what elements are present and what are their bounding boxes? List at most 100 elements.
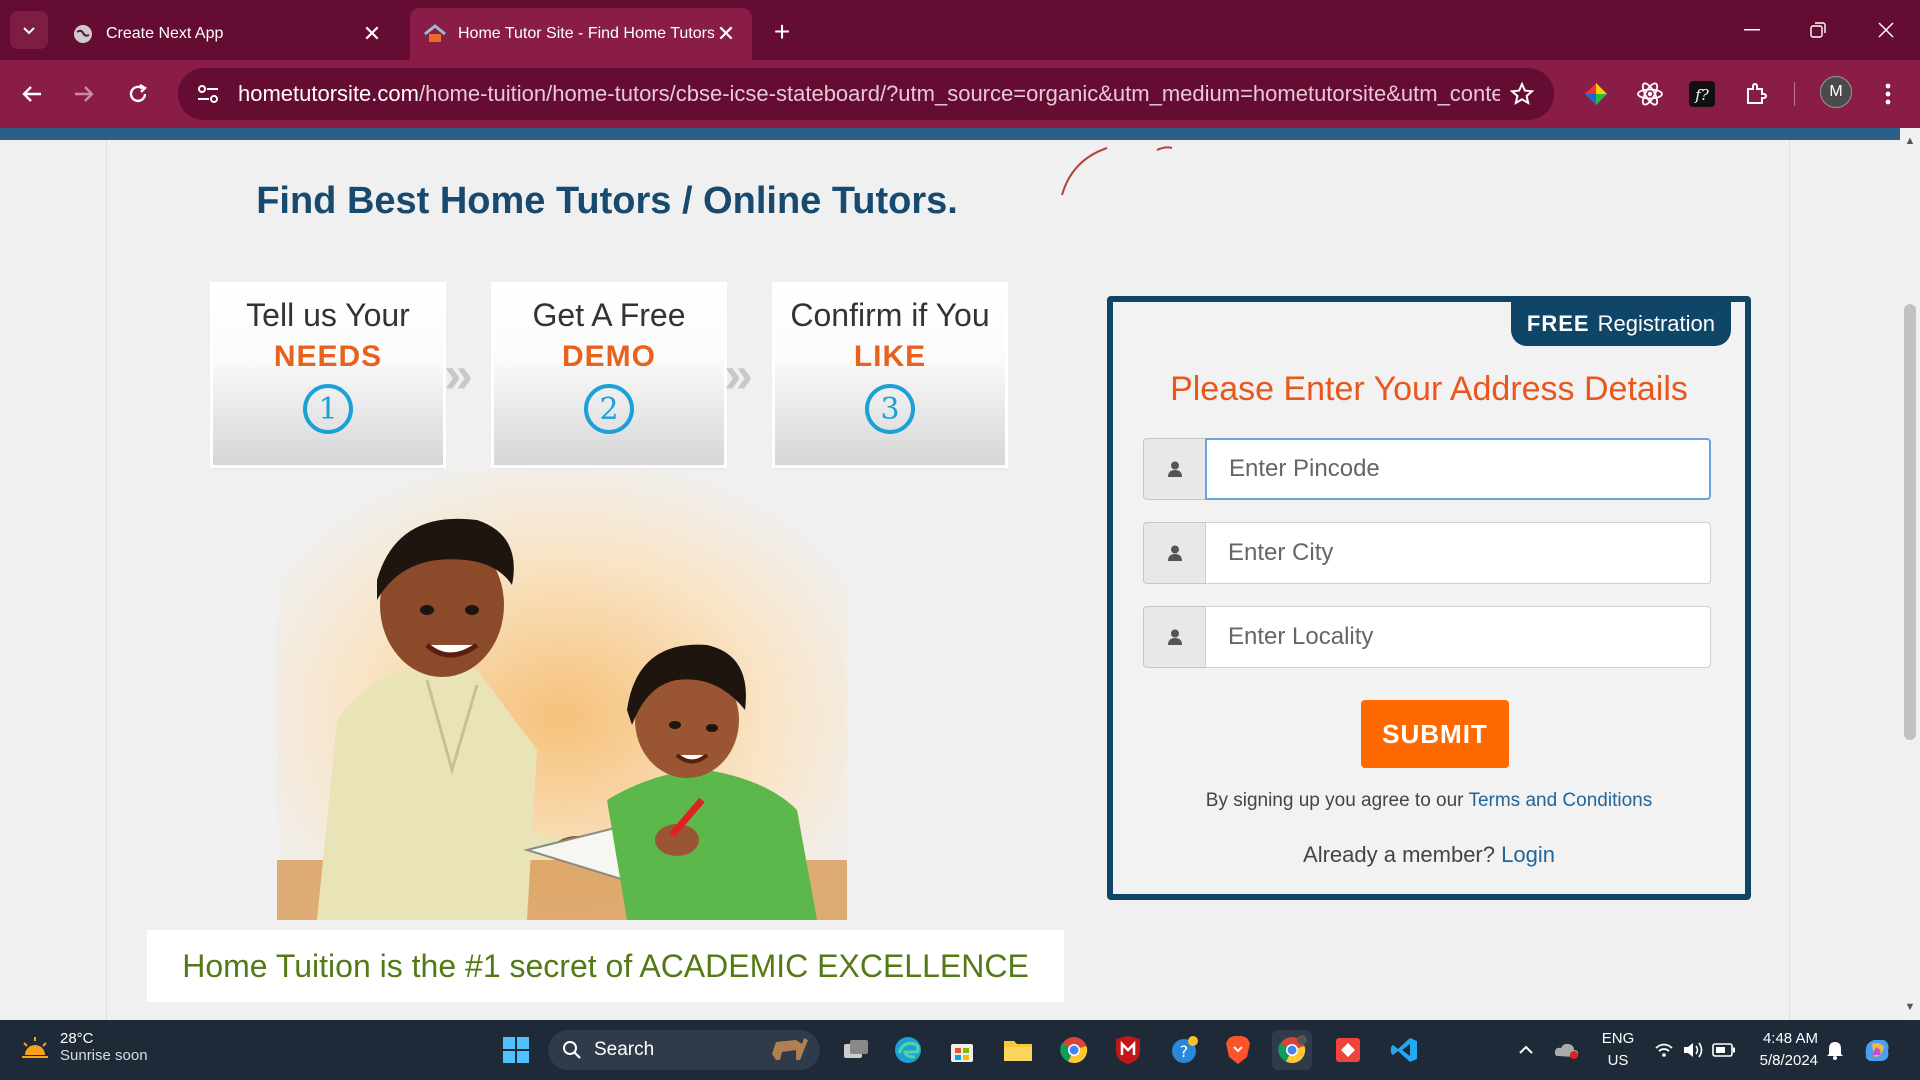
scroll-up-icon[interactable]: ▲ [1900,132,1920,150]
wifi-icon[interactable] [1654,1020,1674,1080]
lang-line2: US [1607,1052,1629,1069]
more-icon[interactable] [1868,74,1908,114]
taskbar-search[interactable]: Search [548,1030,820,1070]
react-devtools-icon[interactable] [1630,74,1670,114]
vscode-icon[interactable] [1384,1030,1424,1070]
globe-icon [72,23,94,45]
windows-start-icon[interactable] [496,1030,536,1070]
weather-widget[interactable]: 28°C Sunrise soon [20,1030,148,1064]
tab-title: Create Next App [106,25,224,42]
minimize-icon[interactable] [1726,8,1778,52]
pincode-input[interactable] [1205,438,1711,500]
clock-date: 5/8/2024 [1759,1052,1818,1069]
url-text: hometutorsite.com/home-tuition/home-tuto… [238,81,1500,106]
step-line2: LIKE [853,340,927,373]
plus-icon[interactable]: + [764,14,800,50]
task-view-icon[interactable] [836,1030,876,1070]
step-line2: NEEDS [273,340,383,373]
submit-button[interactable]: SUBMIT [1361,700,1509,768]
battery-icon[interactable] [1712,1020,1736,1080]
address-bar[interactable]: hometutorsite.com/home-tuition/home-tuto… [178,68,1554,120]
browser-tab-bar: Create Next App ✕ Home Tutor Site - Find… [0,0,1920,60]
city-field [1143,522,1711,584]
svg-text:?: ? [1180,1042,1189,1061]
color-picker-extension-icon[interactable] [1576,74,1616,114]
whatfont-extension-icon[interactable]: f? [1682,74,1722,114]
copilot-icon[interactable] [1862,1020,1892,1080]
user-icon [1143,522,1205,584]
search-label: Search [594,1039,655,1060]
scrollbar-thumb[interactable] [1904,304,1916,740]
user-icon [1143,438,1205,500]
badge-bold: FREE [1526,311,1590,336]
search-icon [563,1041,581,1059]
double-chevron-icon: » [444,346,473,404]
back-icon[interactable] [12,74,52,114]
close-icon[interactable]: ✕ [714,21,738,46]
tab-home-tutor-site[interactable]: Home Tutor Site - Find Home Tutors, I ✕ [410,8,752,60]
pincode-field [1143,438,1711,500]
close-icon[interactable]: ✕ [360,21,384,46]
microsoft-store-icon[interactable] [942,1030,982,1070]
terms-text: By signing up you agree to our Terms and… [1113,790,1745,812]
step-card: Tell us Your NEEDS 1 [213,285,443,465]
terms-link[interactable]: Terms and Conditions [1468,790,1652,811]
site-favicon-icon [424,23,446,45]
tagline-banner: Home Tuition is the #1 secret of ACADEMI… [147,930,1064,1002]
step-line2: DEMO [562,340,656,373]
header-strip [0,128,1900,140]
help-icon[interactable]: ? [1164,1030,1204,1070]
registration-form-card: FREE Registration Please Enter Your Addr… [1107,296,1751,900]
forward-icon[interactable] [64,74,104,114]
member-text: Already a member? Login [1113,842,1745,868]
login-link[interactable]: Login [1501,842,1555,867]
volume-icon[interactable] [1682,1020,1704,1080]
locality-input[interactable] [1205,606,1711,668]
edge-icon[interactable] [888,1030,928,1070]
tab-title: Home Tutor Site - Find Home Tutors, I [458,25,714,42]
toolbar-divider [1794,82,1795,106]
tray-overflow-icon[interactable] [1518,1020,1534,1080]
svg-text:f?: f? [1694,86,1710,104]
locality-field [1143,606,1711,668]
step-line1: Confirm if You [790,297,990,333]
site-settings-icon[interactable] [186,72,230,116]
restore-icon[interactable] [1792,8,1844,52]
language-indicator[interactable]: ENG US [1598,1028,1638,1072]
free-registration-badge: FREE Registration [1510,302,1731,346]
step-number: 1 [303,384,353,434]
mcafee-icon[interactable] [1108,1030,1148,1070]
brave-icon[interactable] [1218,1030,1258,1070]
chrome-profile-icon[interactable] [1272,1030,1312,1070]
reload-icon[interactable] [118,74,158,114]
page-heading: Find Best Home Tutors / Online Tutors. [256,180,958,222]
city-input[interactable] [1205,522,1711,584]
extension-icon[interactable] [1736,74,1776,114]
scroll-down-icon[interactable]: ▼ [1900,998,1920,1016]
anydesk-icon[interactable] [1328,1030,1368,1070]
onedrive-icon[interactable] [1554,1020,1580,1080]
tab-search-icon[interactable] [10,11,48,49]
chrome-icon[interactable] [1054,1030,1094,1070]
user-icon [1143,606,1205,668]
weather-desc: Sunrise soon [60,1047,148,1064]
page-container: Find Best Home Tutors / Online Tutors. T… [106,140,1790,1020]
step-number: 2 [584,384,634,434]
file-explorer-icon[interactable] [998,1030,1038,1070]
search-highlight-icon [766,1032,810,1068]
page-viewport: Find Best Home Tutors / Online Tutors. T… [0,128,1900,1020]
member-prefix: Already a member? [1303,842,1495,867]
tab-create-next-app[interactable]: Create Next App ✕ [58,8,398,60]
browser-toolbar: hometutorsite.com/home-tuition/home-tuto… [0,60,1920,128]
clock-time: 4:48 AM [1762,1030,1818,1047]
step-card: Confirm if You LIKE 3 [775,285,1005,465]
decorative-arrow-icon [1061,146,1173,196]
form-title: Please Enter Your Address Details [1170,370,1688,408]
sunrise-icon [22,1037,48,1058]
system-clock[interactable]: 4:48 AM 5/8/2024 [1750,1028,1818,1072]
profile-avatar[interactable]: M [1820,76,1852,108]
star-icon[interactable] [1500,72,1544,116]
notification-bell-icon[interactable] [1826,1020,1844,1080]
tutor-student-illustration [277,470,847,920]
window-close-icon[interactable] [1860,8,1912,52]
